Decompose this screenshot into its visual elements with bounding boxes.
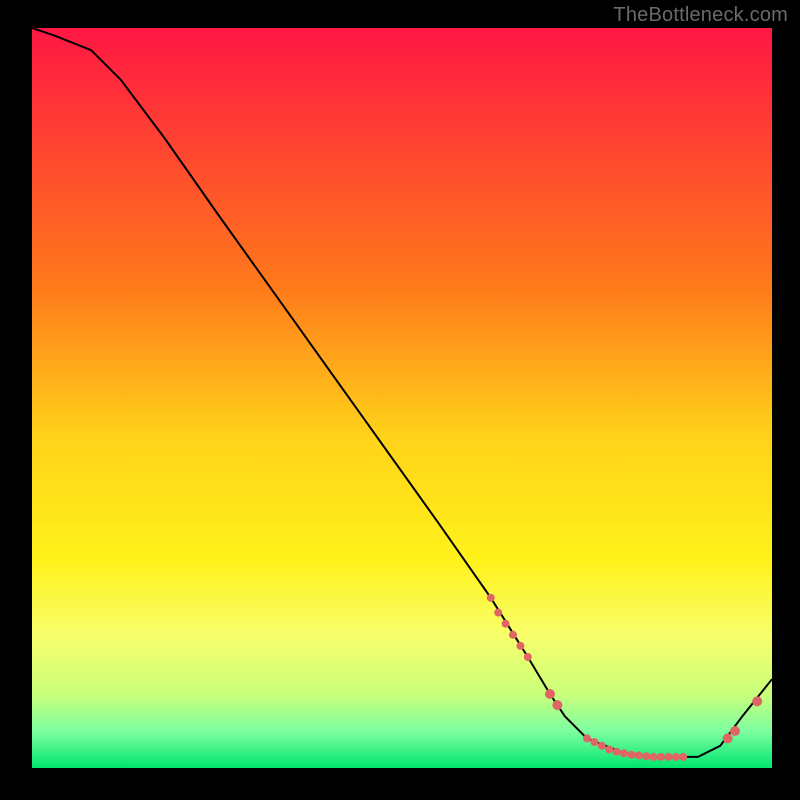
data-point [657,753,665,761]
data-point [679,753,687,761]
data-point [494,609,502,617]
data-point [524,653,532,661]
data-point [642,752,650,760]
chart-frame: { "watermark": "TheBottleneck.com", "cha… [0,0,800,800]
data-point [730,726,740,736]
data-point [613,748,621,756]
data-point [635,751,643,759]
data-point [545,689,555,699]
data-point [672,753,680,761]
data-point [590,738,598,746]
data-point [502,620,510,628]
data-point [650,753,658,761]
data-point [627,751,635,759]
gradient-background [32,28,772,768]
data-point [598,742,606,750]
data-point [752,696,762,706]
data-point [620,749,628,757]
data-point [605,746,613,754]
watermark-text: TheBottleneck.com [613,4,788,27]
data-point [552,700,562,710]
bottleneck-chart [0,0,800,800]
data-point [664,753,672,761]
data-point [509,631,517,639]
data-point [723,733,733,743]
data-point [516,642,524,650]
data-point [487,594,495,602]
data-point [583,734,591,742]
